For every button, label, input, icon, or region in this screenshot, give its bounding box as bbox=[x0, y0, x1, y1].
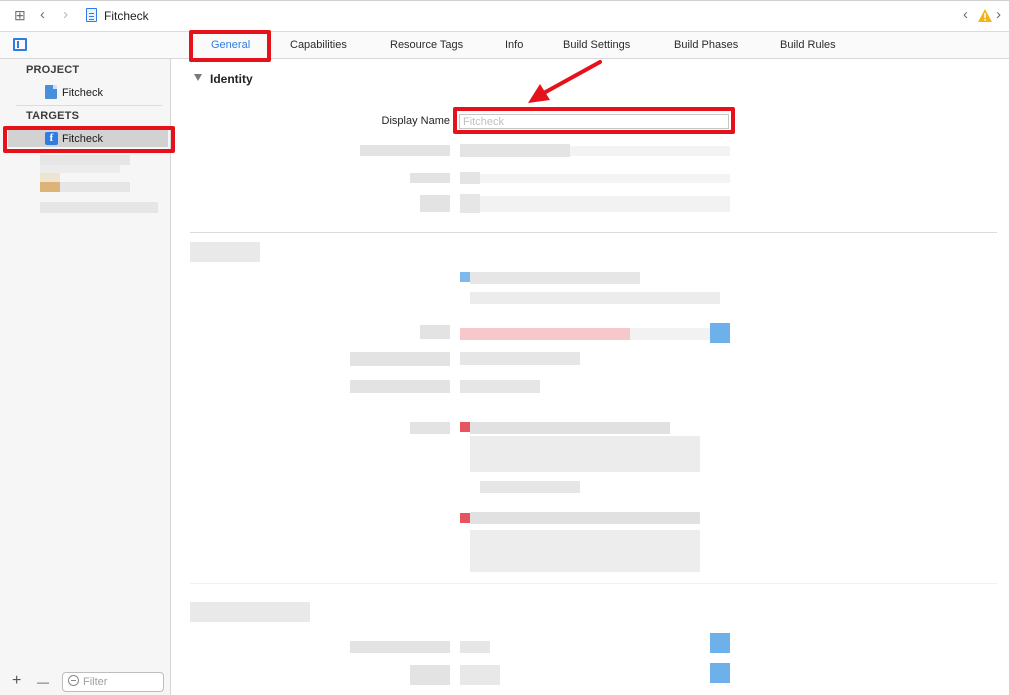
display-name-highlight bbox=[453, 107, 735, 134]
obscured-text bbox=[470, 272, 640, 284]
obscured-target-row bbox=[40, 165, 120, 173]
chevron-left-icon[interactable]: ‹ bbox=[40, 0, 45, 30]
obscured-status-icon bbox=[460, 422, 470, 432]
obscured-popup-button bbox=[710, 663, 730, 683]
project-item[interactable]: Fitcheck bbox=[62, 87, 103, 99]
obscured-text bbox=[470, 422, 670, 434]
obscured-field-label bbox=[410, 665, 450, 685]
obscured-text bbox=[470, 292, 720, 304]
obscured-section-title bbox=[190, 242, 260, 262]
tab-build-settings[interactable]: Build Settings bbox=[563, 32, 630, 59]
sidebar-divider bbox=[16, 105, 162, 106]
obscured-target-icon bbox=[40, 173, 60, 182]
obscured-team-value bbox=[630, 328, 710, 340]
obscured-field-label bbox=[350, 380, 450, 393]
obscured-field-value bbox=[460, 194, 480, 213]
obscured-field-value bbox=[460, 144, 570, 157]
annotation-arrow-icon bbox=[528, 60, 602, 103]
obscured-field-value bbox=[460, 665, 500, 685]
display-name-label: Display Name bbox=[381, 115, 450, 127]
obscured-popup-button bbox=[710, 633, 730, 653]
obscured-text bbox=[470, 512, 700, 524]
filter-icon bbox=[68, 675, 79, 686]
tab-capabilities[interactable]: Capabilities bbox=[290, 32, 347, 59]
obscured-field-value bbox=[480, 174, 730, 183]
obscured-field-label bbox=[350, 352, 450, 366]
obscured-target-row bbox=[40, 202, 158, 213]
obscured-field-label bbox=[410, 422, 450, 434]
section-divider bbox=[190, 583, 997, 584]
obscured-field-value bbox=[460, 352, 580, 365]
target-row-highlight bbox=[3, 126, 175, 153]
project-file-icon bbox=[86, 8, 97, 22]
project-section-header: PROJECT bbox=[26, 64, 80, 76]
tab-info[interactable]: Info bbox=[505, 32, 523, 59]
obscured-section-title bbox=[190, 602, 310, 622]
obscured-text bbox=[470, 530, 700, 572]
grid-icon[interactable]: ⊞ bbox=[14, 0, 26, 30]
tab-build-phases[interactable]: Build Phases bbox=[674, 32, 738, 59]
chevron-right-icon[interactable]: › bbox=[63, 0, 68, 30]
filter-input[interactable] bbox=[83, 674, 161, 690]
targets-section-header: TARGETS bbox=[26, 110, 80, 122]
section-divider bbox=[190, 232, 997, 233]
obscured-field-value bbox=[460, 172, 480, 184]
tab-build-rules[interactable]: Build Rules bbox=[780, 32, 836, 59]
chevron-left-icon[interactable]: ‹ bbox=[963, 0, 968, 30]
obscured-status-icon bbox=[460, 513, 470, 523]
jump-bar bbox=[0, 0, 1009, 32]
obscured-field-value bbox=[570, 146, 730, 156]
tab-resource-tags[interactable]: Resource Tags bbox=[390, 32, 463, 59]
obscured-field-label bbox=[420, 325, 450, 339]
obscured-field-label bbox=[420, 195, 450, 212]
obscured-field-label bbox=[410, 173, 450, 183]
project-icon bbox=[45, 85, 57, 99]
sidebar-toggle-icon[interactable] bbox=[13, 38, 27, 51]
obscured-field-label bbox=[350, 641, 450, 653]
remove-target-button[interactable]: — bbox=[37, 675, 49, 689]
obscured-checkbox bbox=[460, 272, 470, 282]
disclosure-triangle-icon[interactable] bbox=[194, 74, 202, 81]
obscured-field-value bbox=[460, 380, 540, 393]
obscured-text bbox=[480, 481, 580, 493]
breadcrumb-label[interactable]: Fitcheck bbox=[104, 9, 149, 23]
obscured-field-label bbox=[360, 145, 450, 156]
obscured-target-icon bbox=[40, 182, 60, 192]
obscured-target-row bbox=[60, 182, 130, 192]
chevron-right-icon[interactable]: › bbox=[996, 0, 1001, 30]
add-target-button[interactable]: + bbox=[12, 673, 21, 689]
general-tab-highlight bbox=[189, 30, 271, 62]
warning-icon[interactable] bbox=[978, 9, 992, 22]
obscured-text bbox=[470, 436, 700, 472]
obscured-field-value bbox=[460, 641, 490, 653]
obscured-field-value bbox=[480, 196, 730, 212]
obscured-target-row bbox=[40, 155, 130, 165]
obscured-team-value bbox=[460, 328, 630, 340]
obscured-popup-button bbox=[710, 323, 730, 343]
identity-section-title: Identity bbox=[210, 72, 253, 86]
